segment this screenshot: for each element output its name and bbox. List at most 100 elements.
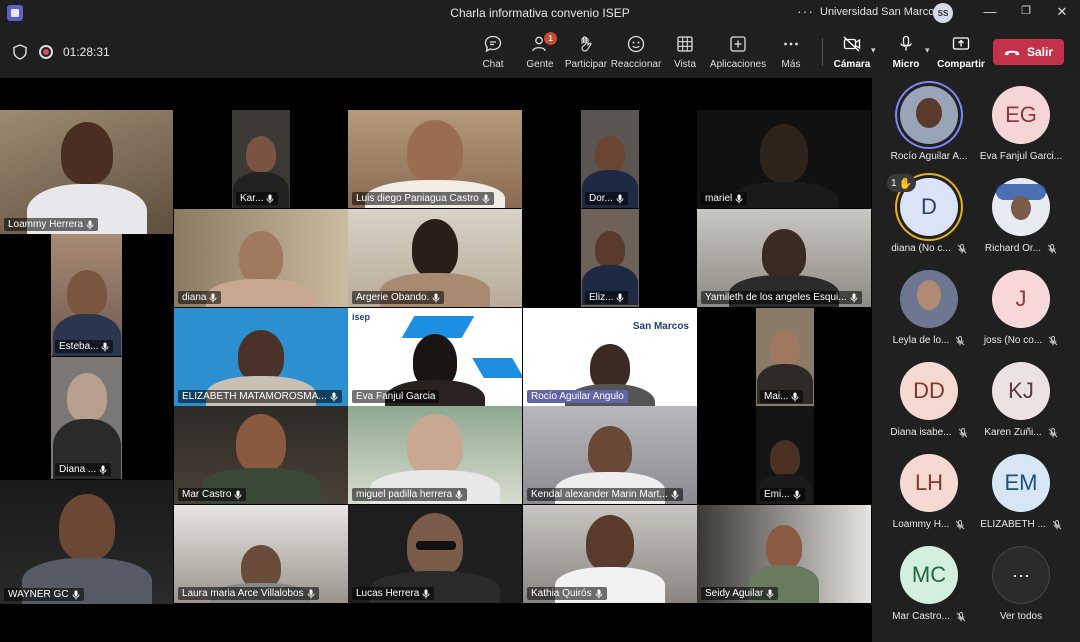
mic-icon (766, 589, 774, 598)
participant-name: Argerie Obando. (352, 291, 445, 304)
close-icon[interactable]: ✕ (1052, 4, 1072, 20)
video-tile[interactable]: Luis diego Paniagua Castro (348, 110, 522, 208)
share-button[interactable]: Compartir (931, 34, 991, 70)
minimize-icon[interactable]: — (980, 4, 1000, 19)
more-button[interactable]: Más (761, 34, 821, 70)
mic-label: Micro (892, 59, 920, 70)
participant-name: Eva Fanjul Garcia (352, 390, 440, 403)
ellipsis-icon: ··· (992, 546, 1050, 604)
user-avatar[interactable]: SS (933, 3, 953, 23)
avatar: KJ (992, 362, 1050, 420)
mic-options-chevron-icon[interactable]: ▾ (925, 45, 930, 56)
participant-name: ELIZABETH MATAMOROSMA... (178, 390, 342, 403)
video-tile[interactable]: Lucas Herrera (348, 505, 522, 603)
video-tile[interactable]: Esteba... (51, 234, 122, 356)
hand-icon: ✋ (898, 177, 913, 190)
mic-icon (235, 490, 242, 499)
video-tile[interactable]: WAYNER GC (0, 480, 173, 604)
participant-name: Loammy Herrera (4, 218, 99, 231)
title-bar: Charla informativa convenio ISEP ··· Uni… (0, 0, 1080, 26)
participant-name: Dor... (585, 192, 628, 205)
avatar (992, 178, 1050, 236)
video-tile[interactable]: ELIZABETH MATAMOROSMA... (174, 308, 348, 406)
video-tile[interactable]: Dor... (581, 110, 639, 208)
video-tile[interactable]: Yamileth de los angeles Esqui... (697, 209, 871, 307)
mic-off-icon (1047, 243, 1057, 253)
mic-icon (86, 220, 94, 229)
video-tile[interactable]: diana (174, 209, 348, 307)
video-tile[interactable]: Diana ... (51, 357, 122, 479)
mic-icon (307, 589, 315, 598)
leave-button[interactable]: Salir (993, 39, 1064, 65)
roster-participant[interactable]: KJ Karen Zuñi... (973, 362, 1069, 438)
mic-off-icon (1052, 519, 1062, 529)
participant-name: Eva Fanjul Garci... (979, 151, 1063, 162)
mic-icon (482, 194, 490, 203)
mic-icon (102, 342, 109, 351)
mic-icon (422, 589, 430, 598)
mic-off-icon (956, 335, 965, 345)
roster-participant[interactable]: LH Loammy H... (881, 454, 977, 530)
camera-options-chevron-icon[interactable]: ▾ (871, 45, 876, 56)
video-tile[interactable]: Emi... (756, 406, 814, 504)
meeting-timer: 01:28:31 (63, 45, 110, 59)
mic-icon (210, 293, 217, 302)
participant-name: Kathia Quirós (527, 587, 607, 600)
video-tile[interactable]: Loammy Herrera (0, 110, 173, 234)
video-tile[interactable]: Kathia Quirós (523, 505, 697, 603)
participant-name: diana (178, 291, 222, 304)
participant-name: joss (No co... (983, 335, 1043, 346)
video-tile[interactable]: Laura maria Arce Villalobos (174, 505, 348, 603)
avatar: EG (992, 86, 1050, 144)
shield-icon[interactable] (13, 44, 27, 60)
participant-name: Loammy H... (892, 519, 950, 530)
participant-name: ELIZABETH ... (980, 519, 1046, 530)
apps-button[interactable]: Aplicaciones (708, 34, 768, 70)
participant-name: Diana isabe... (890, 427, 952, 438)
video-tile[interactable]: San Marcos Rocío Aguilar Angulo (523, 308, 697, 406)
roster-participant[interactable]: D 1 ✋ diana (No c... (881, 174, 977, 254)
ellipsis-icon (784, 42, 798, 46)
video-tile[interactable]: Mai... (756, 308, 814, 406)
participant-name: Rocío Aguilar A... (890, 151, 968, 162)
roster-participant[interactable]: Rocío Aguilar A... (881, 86, 977, 162)
mic-icon (617, 293, 624, 302)
roster-participant[interactable]: EG Eva Fanjul Garci... (973, 86, 1069, 162)
roster-participant[interactable]: EM ELIZABETH ... (973, 454, 1069, 530)
organization-name[interactable]: Universidad San Marcos (820, 6, 940, 18)
mic-off-icon (956, 611, 966, 621)
view-button[interactable]: Vista (655, 34, 715, 70)
recording-icon (39, 45, 53, 59)
roster-participant[interactable]: Richard Or... (973, 178, 1069, 254)
video-tile[interactable]: Kendal alexander Marin Mart... (523, 406, 697, 504)
roster-participant[interactable]: J joss (No co... (973, 270, 1069, 346)
view-all-button[interactable]: ··· Ver todos (973, 546, 1069, 622)
avatar: EM (992, 454, 1050, 512)
video-tile[interactable]: Kar... (232, 110, 290, 208)
isep-logo: isep (352, 312, 371, 322)
participant-name: Esteba... (55, 340, 114, 353)
video-tile[interactable]: Mar Castro (174, 406, 348, 504)
raise-hand-label: Participar (564, 59, 608, 70)
roster-participant[interactable]: Leyla de lo... (881, 270, 977, 346)
camera-off-icon (843, 36, 861, 52)
participant-name: diana (No c... (891, 243, 951, 254)
mic-icon (616, 194, 624, 203)
participant-name: Rocío Aguilar Angulo (527, 390, 628, 403)
mic-off-icon (1048, 335, 1058, 345)
maximize-icon[interactable]: ❐ (1016, 4, 1036, 17)
roster-participant[interactable]: MC Mar Castro... (881, 546, 977, 622)
video-tile[interactable]: isep Eva Fanjul Garcia (348, 308, 522, 406)
video-tile[interactable]: Seidy Aguilar (697, 505, 871, 603)
avatar (900, 86, 958, 144)
participant-name: Karen Zuñi... (984, 427, 1042, 438)
avatar (900, 270, 958, 328)
video-tile[interactable]: miguel padilla herrera (348, 406, 522, 504)
more-options-icon[interactable]: ··· (797, 3, 814, 19)
video-tile[interactable]: Argerie Obando. (348, 209, 522, 307)
roster-participant[interactable]: DD Diana isabe... (881, 362, 977, 438)
participant-roster: Rocío Aguilar A... EG Eva Fanjul Garci..… (872, 78, 1080, 642)
video-tile[interactable]: Eliz... (581, 209, 639, 307)
participant-name: Leyla de lo... (892, 335, 950, 346)
video-tile[interactable]: mariel (697, 110, 871, 208)
